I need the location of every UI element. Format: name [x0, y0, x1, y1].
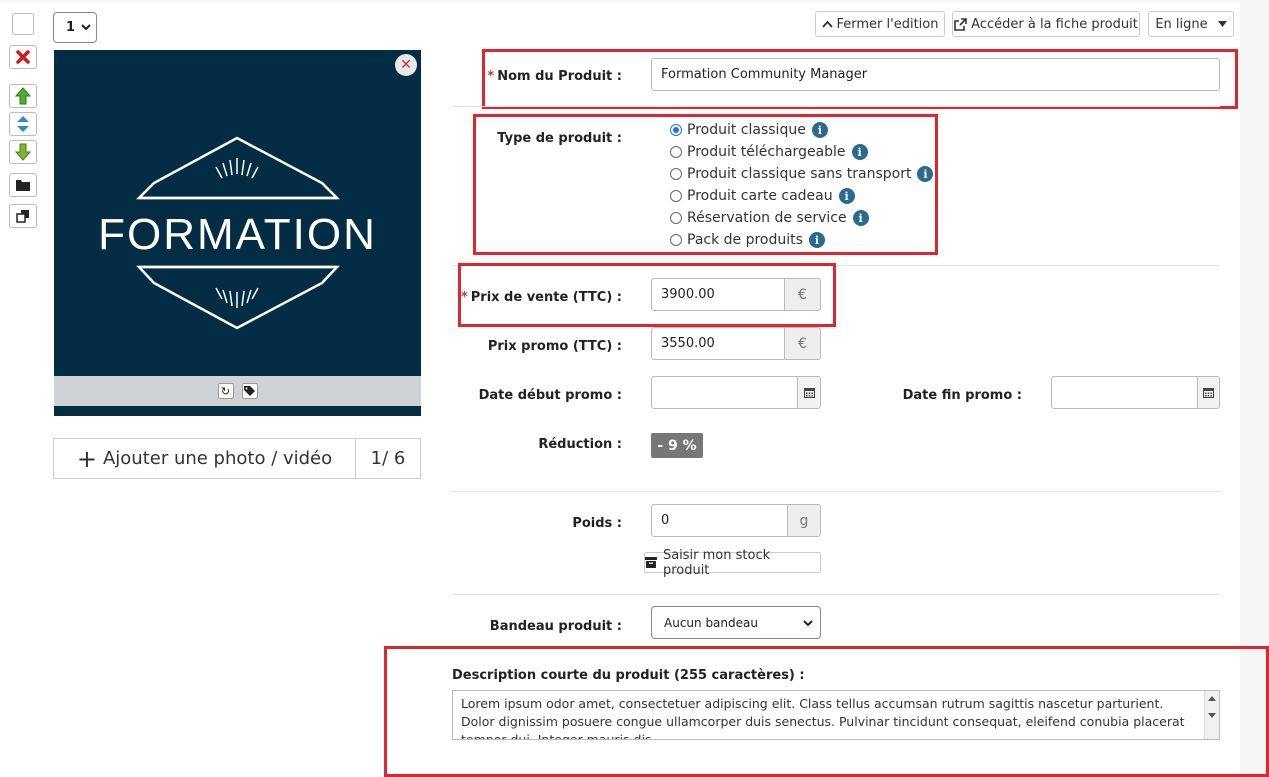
add-photo-bar: + Ajouter une photo / vidéo 1/ 6 — [53, 438, 421, 479]
weight-input[interactable]: 0 — [651, 504, 788, 537]
highlight-name — [482, 49, 1238, 109]
open-product-label: Accéder à la fiche produit — [971, 16, 1138, 32]
remove-photo-button[interactable]: ✕ — [395, 54, 417, 76]
highlight-description — [384, 646, 1269, 777]
promo-start-input[interactable] — [651, 376, 798, 409]
calendar-button[interactable] — [1197, 376, 1220, 409]
calendar-icon — [1203, 388, 1214, 398]
promo-value: 3550.00 — [661, 336, 715, 351]
position-value: 1 — [66, 20, 76, 35]
duplicate-button[interactable] — [9, 204, 37, 228]
reduction-label: Réduction : — [538, 437, 622, 452]
folder-icon — [16, 180, 30, 191]
product-photo[interactable]: FORMATION ✕ ↻ — [54, 50, 421, 416]
tag-icon — [244, 385, 255, 396]
move-down-button[interactable] — [9, 140, 37, 164]
weight-unit-addon: g — [787, 504, 821, 537]
photo-counter: 1/ 6 — [370, 448, 406, 469]
status-dropdown[interactable]: En ligne — [1148, 11, 1234, 37]
divider — [452, 106, 1220, 107]
add-photo-button[interactable]: + Ajouter une photo / vidéo — [54, 439, 356, 478]
promo-input[interactable]: 3550.00 — [651, 327, 785, 360]
close-edit-label: Fermer l'edition — [836, 16, 939, 32]
caret-down-icon — [1217, 21, 1227, 27]
external-link-icon — [954, 17, 967, 31]
add-photo-label: Ajouter une photo / vidéo — [102, 448, 333, 469]
plus-icon: + — [76, 444, 97, 473]
chevron-down-icon — [81, 24, 91, 31]
calendar-button[interactable] — [797, 376, 821, 409]
logo-text: FORMATION — [98, 210, 377, 259]
rotate-icon: ↻ — [220, 384, 231, 398]
status-label: En ligne — [1155, 16, 1208, 32]
currency-addon: € — [784, 327, 821, 360]
chevron-down-icon — [803, 620, 813, 627]
open-product-button[interactable]: Accéder à la fiche produit — [952, 11, 1140, 37]
highlight-price — [458, 263, 836, 327]
stock-button[interactable]: Saisir mon stock produit — [644, 548, 821, 578]
divider — [452, 491, 1220, 492]
copy-icon — [16, 210, 29, 223]
weight-label: Poids : — [572, 516, 622, 531]
arrow-down-icon — [15, 143, 31, 161]
move-updown-button[interactable] — [9, 112, 37, 136]
banner-value: Aucun bandeau — [664, 615, 758, 630]
stock-button-label: Saisir mon stock produit — [662, 547, 771, 578]
promo-start-label: Date début promo : — [478, 388, 622, 403]
close-icon: ✕ — [400, 57, 412, 73]
close-edit-button[interactable]: Fermer l'edition — [815, 11, 945, 37]
reduction-badge: - 9 % — [651, 433, 703, 458]
calendar-icon — [803, 388, 815, 398]
banner-label: Bandeau produit : — [489, 619, 622, 634]
folder-button[interactable] — [9, 173, 37, 197]
rotate-button[interactable]: ↻ — [217, 383, 234, 399]
delete-button[interactable] — [9, 45, 37, 69]
close-icon — [16, 50, 30, 64]
arrow-up-icon — [15, 87, 31, 105]
arrow-updown-icon — [17, 116, 29, 132]
highlight-type — [473, 114, 938, 255]
chevron-up-icon — [821, 20, 833, 28]
divider — [452, 594, 1220, 595]
select-checkbox[interactable] — [12, 13, 34, 35]
photo-toolbar: ↻ — [54, 376, 421, 406]
promo-end-input[interactable] — [1051, 376, 1198, 409]
promo-label: Prix promo (TTC) : — [487, 339, 622, 354]
move-up-button[interactable] — [9, 84, 37, 108]
archive-icon — [645, 557, 657, 568]
tag-button[interactable] — [241, 383, 258, 399]
banner-select[interactable]: Aucun bandeau — [651, 606, 821, 639]
position-select[interactable]: 1 — [53, 12, 97, 43]
promo-end-label: Date fin promo : — [902, 388, 1022, 403]
weight-value: 0 — [661, 513, 670, 528]
